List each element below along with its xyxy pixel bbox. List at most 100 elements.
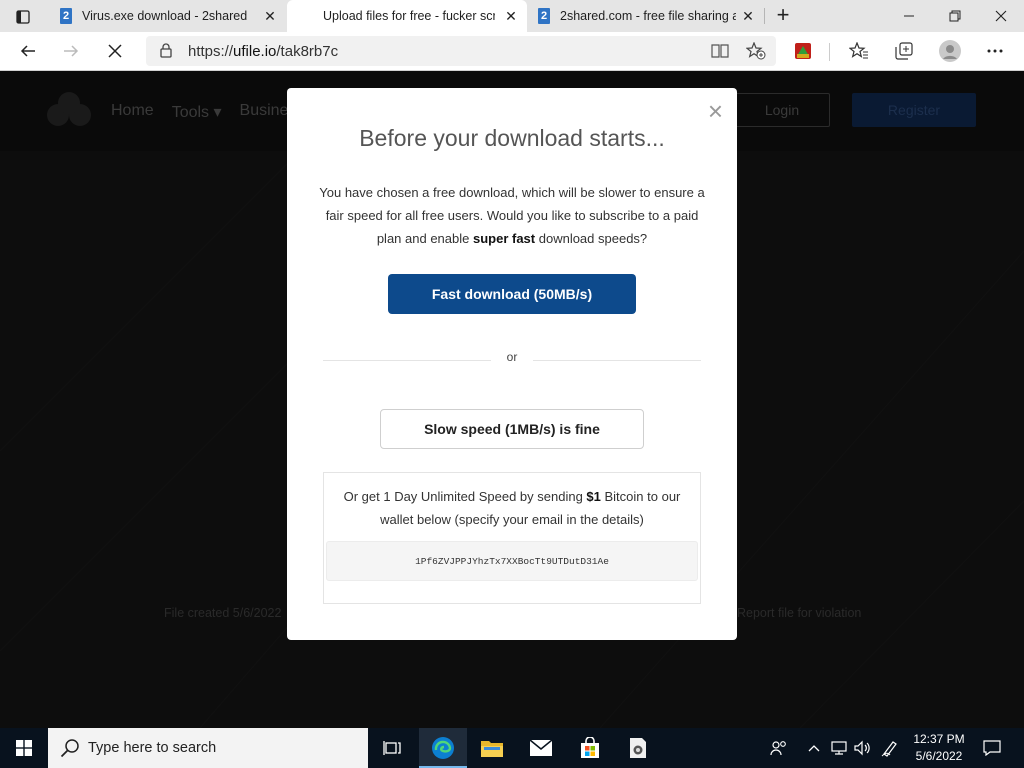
people-button[interactable] bbox=[766, 728, 792, 768]
chevron-up-icon bbox=[808, 745, 820, 752]
modal-close-button[interactable]: × bbox=[708, 98, 723, 124]
close-window-button[interactable] bbox=[978, 0, 1024, 32]
speaker-icon bbox=[854, 740, 870, 756]
back-button[interactable] bbox=[13, 37, 43, 65]
mail-icon bbox=[529, 739, 553, 756]
search-icon bbox=[60, 739, 79, 758]
tab-close-icon[interactable]: ✕ bbox=[262, 8, 278, 24]
installer-icon bbox=[630, 738, 646, 758]
tab-upload-files[interactable]: Upload files for free - fucker scri ✕ bbox=[287, 0, 527, 32]
forward-button[interactable] bbox=[56, 37, 86, 65]
tab-title: Upload files for free - fucker scri bbox=[323, 9, 495, 23]
taskbar-clock[interactable]: 12:37 PM 5/6/2022 bbox=[905, 731, 973, 765]
stop-icon bbox=[108, 44, 122, 58]
reading-view-button[interactable] bbox=[710, 42, 730, 60]
extension-button[interactable] bbox=[790, 39, 816, 63]
notifications-button[interactable] bbox=[979, 728, 1005, 768]
tab-title: Virus.exe download - 2shared bbox=[82, 9, 248, 23]
tab-actions-icon bbox=[16, 10, 30, 24]
avatar-icon bbox=[939, 40, 961, 62]
nav-tools[interactable]: Tools ▾ bbox=[172, 102, 222, 122]
tab-title: 2shared.com - free file sharing a bbox=[560, 9, 736, 23]
favorites-button[interactable] bbox=[846, 39, 872, 63]
task-view-icon bbox=[383, 741, 401, 755]
windows-taskbar: Type here to search 12:37 PM 5/6/2022 bbox=[0, 728, 1024, 768]
task-view-button[interactable] bbox=[368, 728, 416, 768]
restore-button[interactable] bbox=[932, 0, 978, 32]
settings-more-button[interactable] bbox=[982, 39, 1008, 63]
file-explorer-app[interactable] bbox=[468, 728, 516, 768]
description-part: download speeds? bbox=[535, 231, 648, 246]
store-app[interactable] bbox=[566, 728, 614, 768]
tab-virus-download[interactable]: 2 Virus.exe download - 2shared ✕ bbox=[50, 0, 286, 32]
stop-loading-button[interactable] bbox=[100, 37, 130, 65]
minimize-icon bbox=[904, 15, 914, 17]
pen-workspace-button[interactable] bbox=[878, 728, 902, 768]
2shared-favicon-icon: 2 bbox=[538, 8, 550, 24]
profile-button[interactable] bbox=[937, 39, 963, 63]
divider-line bbox=[533, 360, 701, 361]
browser-tab-bar: 2 Virus.exe download - 2shared ✕ Upload … bbox=[0, 0, 1024, 32]
wallet-address[interactable]: 1Pf6ZVJPPJYhzTx7XXBocTt9UTDutD31Ae bbox=[326, 541, 698, 581]
start-button[interactable] bbox=[0, 728, 48, 768]
windows-logo-icon bbox=[16, 740, 32, 756]
pen-icon bbox=[881, 741, 897, 757]
modal-title: Before your download starts... bbox=[359, 125, 665, 151]
description-emphasis: super fast bbox=[472, 231, 536, 246]
close-icon bbox=[995, 10, 1007, 22]
file-created-text: File created 5/6/2022 bbox=[164, 606, 282, 620]
url-host: ufile.io bbox=[233, 43, 277, 60]
installer-app[interactable] bbox=[614, 728, 662, 768]
extension-badge-icon bbox=[795, 43, 811, 59]
network-button[interactable] bbox=[828, 728, 850, 768]
store-bag-icon bbox=[581, 737, 599, 758]
people-icon bbox=[770, 741, 786, 756]
folder-icon bbox=[481, 741, 503, 757]
back-arrow-icon bbox=[20, 45, 35, 57]
offer-part: Or get 1 Day Unlimited Speed by sending bbox=[343, 489, 587, 504]
minimize-button[interactable] bbox=[886, 0, 932, 32]
site-nav: Home Tools ▾ Busine bbox=[111, 102, 288, 122]
offer-price: $1 bbox=[586, 489, 601, 504]
bitcoin-offer-box: Or get 1 Day Unlimited Speed by sending … bbox=[323, 472, 701, 604]
show-hidden-icons-button[interactable] bbox=[804, 728, 824, 768]
or-label: or bbox=[506, 350, 518, 364]
tab-close-icon[interactable]: ✕ bbox=[740, 8, 756, 24]
more-dots-icon bbox=[987, 49, 1003, 53]
taskbar-search[interactable]: Type here to search bbox=[48, 728, 368, 768]
toolbar-divider bbox=[829, 43, 830, 61]
tab-2shared-home[interactable]: 2 2shared.com - free file sharing a ✕ bbox=[528, 0, 764, 32]
slow-download-button[interactable]: Slow speed (1MB/s) is fine bbox=[380, 409, 644, 449]
address-bar[interactable]: https://ufile.io/tak8rb7c bbox=[146, 36, 776, 66]
tab-separator bbox=[764, 8, 765, 24]
modal-description: You have chosen a free download, which w… bbox=[317, 181, 707, 250]
url-scheme: https:// bbox=[188, 43, 234, 60]
edge-taskbar-app[interactable] bbox=[419, 728, 467, 768]
download-modal: × Before your download starts... You hav… bbox=[287, 88, 737, 640]
2shared-favicon-icon: 2 bbox=[60, 8, 72, 24]
url-text: https://ufile.io/tak8rb7c bbox=[188, 43, 338, 60]
collections-button[interactable] bbox=[891, 39, 917, 63]
nav-home[interactable]: Home bbox=[111, 102, 154, 122]
mail-app[interactable] bbox=[517, 728, 565, 768]
notification-icon bbox=[983, 740, 1001, 756]
reading-view-icon bbox=[711, 44, 729, 58]
tab-actions-button[interactable] bbox=[8, 6, 38, 28]
volume-button[interactable] bbox=[852, 728, 874, 768]
login-button[interactable]: Login bbox=[734, 93, 830, 127]
network-icon bbox=[831, 741, 847, 755]
edge-icon bbox=[432, 737, 454, 759]
star-add-icon bbox=[746, 42, 766, 60]
tab-close-icon[interactable]: ✕ bbox=[503, 8, 519, 24]
add-favorite-button[interactable] bbox=[746, 42, 766, 60]
lock-icon bbox=[160, 43, 172, 58]
fast-download-button[interactable]: Fast download (50MB/s) bbox=[388, 274, 636, 314]
search-placeholder: Type here to search bbox=[88, 740, 217, 756]
or-divider: or bbox=[323, 350, 701, 366]
register-button[interactable]: Register bbox=[852, 93, 976, 127]
clock-date: 5/6/2022 bbox=[915, 749, 963, 763]
new-tab-button[interactable]: + bbox=[770, 4, 796, 28]
collections-icon bbox=[895, 42, 913, 60]
report-violation-link[interactable]: Report file for violation bbox=[737, 606, 861, 620]
nav-business[interactable]: Busine bbox=[240, 102, 289, 122]
